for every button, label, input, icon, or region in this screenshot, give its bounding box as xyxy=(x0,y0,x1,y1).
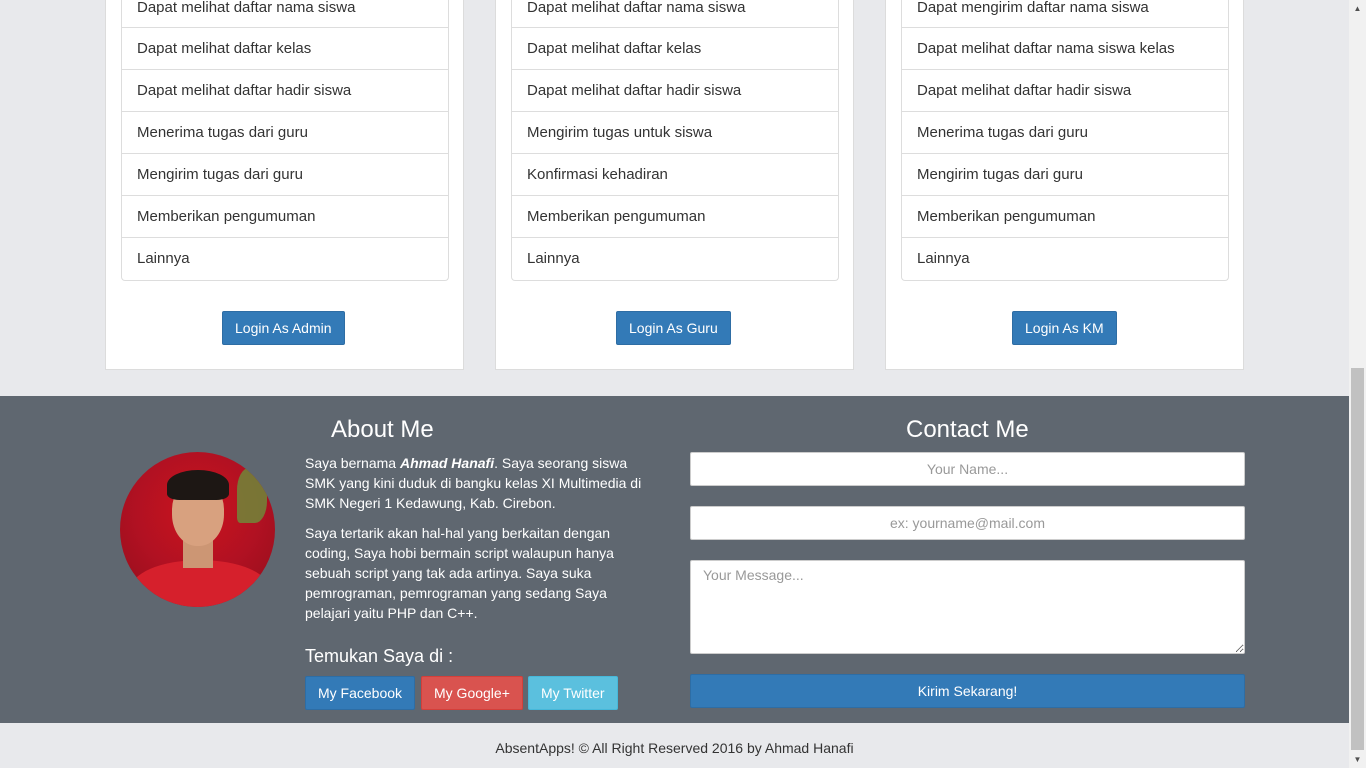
admin-card: Dapat melihat daftar nama siswa Dapat me… xyxy=(105,0,464,370)
list-item: Menerima tugas dari guru xyxy=(902,112,1228,154)
vertical-scrollbar[interactable]: ▲ ▼ xyxy=(1349,0,1366,768)
feature-list: Dapat melihat daftar nama siswa Dapat me… xyxy=(121,0,449,281)
guru-card: Dapat melihat daftar nama siswa Dapat me… xyxy=(495,0,854,370)
about-paragraph-2: Saya tertarik akan hal-hal yang berkaita… xyxy=(305,525,614,621)
scroll-down-arrow-icon[interactable]: ▼ xyxy=(1349,751,1366,768)
km-card: Dapat mengirim daftar nama siswa Dapat m… xyxy=(885,0,1244,370)
list-item: Mengirim tugas dari guru xyxy=(122,154,448,196)
list-item: Lainnya xyxy=(917,250,970,267)
page: Dapat melihat daftar nama siswa Dapat me… xyxy=(0,0,1349,768)
about-title: About Me xyxy=(331,416,434,443)
about-intro: Saya bernama xyxy=(305,455,400,471)
name-input[interactable] xyxy=(690,452,1245,486)
about-contact-section: About Me Saya bernama Ahmad Hanafi. Saya… xyxy=(0,396,1349,723)
find-me-title: Temukan Saya di : xyxy=(305,646,454,666)
hair-shape xyxy=(167,470,229,500)
list-item: Dapat melihat daftar kelas xyxy=(512,28,838,70)
list-item: Mengirim tugas untuk siswa xyxy=(512,112,838,154)
list-item: Dapat mengirim daftar nama siswa xyxy=(902,0,1228,28)
feature-list: Dapat melihat daftar nama siswa Dapat me… xyxy=(511,0,839,281)
scrollbar-thumb[interactable] xyxy=(1351,368,1364,750)
facebook-button[interactable]: My Facebook xyxy=(305,676,416,710)
list-item: Dapat melihat daftar hadir siswa xyxy=(902,70,1228,112)
list-item: Memberikan pengumuman xyxy=(512,196,838,238)
google-plus-button[interactable]: My Google+ xyxy=(421,676,523,710)
send-button[interactable]: Kirim Sekarang! xyxy=(690,674,1245,708)
scroll-up-arrow-icon[interactable]: ▲ xyxy=(1349,0,1366,17)
contact-title: Contact Me xyxy=(906,416,1029,443)
list-item: Dapat melihat daftar hadir siswa xyxy=(512,70,838,112)
profile-photo xyxy=(120,452,275,607)
list-item: Dapat melihat daftar nama siswa xyxy=(512,0,838,28)
list-item: Lainnya xyxy=(527,250,580,267)
copyright-text: AbsentApps! © All Right Reserved 2016 by… xyxy=(495,740,854,756)
twitter-button[interactable]: My Twitter xyxy=(528,676,618,710)
about-text: Saya bernama Ahmad Hanafi. Saya seorang … xyxy=(305,453,645,633)
login-admin-button[interactable]: Login As Admin xyxy=(222,311,345,345)
list-item: Lainnya xyxy=(137,250,190,267)
email-input[interactable] xyxy=(690,506,1245,540)
login-guru-button[interactable]: Login As Guru xyxy=(616,311,731,345)
list-item: Memberikan pengumuman xyxy=(122,196,448,238)
list-item: Dapat melihat daftar kelas xyxy=(122,28,448,70)
list-item: Dapat melihat daftar nama siswa kelas xyxy=(902,28,1228,70)
about-paragraph-1: Saya bernama Ahmad Hanafi. Saya seorang … xyxy=(305,453,645,513)
feature-list: Dapat mengirim daftar nama siswa Dapat m… xyxy=(901,0,1229,281)
background-plant xyxy=(237,468,267,523)
author-name: Ahmad Hanafi xyxy=(399,455,495,471)
message-textarea[interactable] xyxy=(690,560,1245,654)
list-item: Dapat melihat daftar nama siswa xyxy=(122,0,448,28)
login-km-button[interactable]: Login As KM xyxy=(1012,311,1117,345)
list-item: Dapat melihat daftar hadir siswa xyxy=(122,70,448,112)
list-item: Konfirmasi kehadiran xyxy=(512,154,838,196)
list-item: Mengirim tugas dari guru xyxy=(902,154,1228,196)
list-item: Menerima tugas dari guru xyxy=(122,112,448,154)
list-item: Memberikan pengumuman xyxy=(902,196,1228,238)
